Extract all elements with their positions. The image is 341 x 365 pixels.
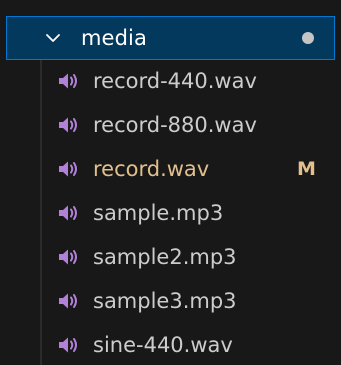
audio-file-icon <box>59 161 77 177</box>
file-name: record.wav <box>93 157 210 181</box>
audio-file-icon <box>59 249 77 265</box>
explorer-top-strip <box>0 0 341 15</box>
file-status-badge: M <box>297 158 316 180</box>
file-row[interactable]: record.wav M <box>0 148 341 192</box>
folder-modified-dot <box>302 32 314 44</box>
file-row[interactable]: sample3.mp3 <box>0 280 341 324</box>
file-name: record-440.wav <box>93 69 257 93</box>
file-explorer: media record-440.wav record-880.wav reco… <box>0 0 341 365</box>
chevron-down-icon[interactable] <box>45 30 61 46</box>
audio-file-icon <box>59 205 77 221</box>
audio-file-icon <box>59 73 77 89</box>
file-row[interactable]: sample2.mp3 <box>0 236 341 280</box>
file-row[interactable]: record-880.wav <box>0 104 341 148</box>
audio-file-icon <box>59 337 77 353</box>
file-row[interactable]: sine-440.wav <box>0 324 341 365</box>
file-list: record-440.wav record-880.wav record.wav… <box>0 60 341 365</box>
file-row[interactable]: record-440.wav <box>0 60 341 104</box>
file-row[interactable]: sample.mp3 <box>0 192 341 236</box>
folder-label: media <box>81 26 147 50</box>
file-name: sine-440.wav <box>93 333 233 357</box>
audio-file-icon <box>59 293 77 309</box>
file-name: record-880.wav <box>93 113 257 137</box>
audio-file-icon <box>59 117 77 133</box>
file-name: sample3.mp3 <box>93 289 237 313</box>
file-name: sample2.mp3 <box>93 245 237 269</box>
folder-row-media[interactable]: media <box>6 16 335 60</box>
file-name: sample.mp3 <box>93 201 224 225</box>
